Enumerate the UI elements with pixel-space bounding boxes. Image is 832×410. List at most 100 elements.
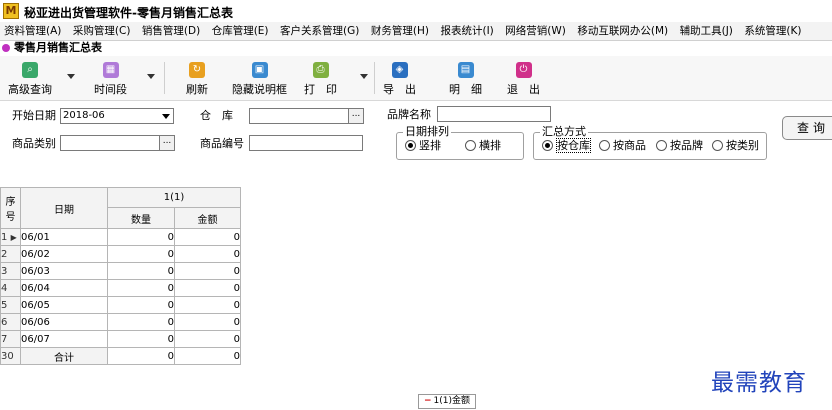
advanced-query-dropdown-icon[interactable]	[67, 74, 75, 79]
col-amount-header: 金额	[174, 207, 241, 229]
row-amount: 0	[174, 245, 241, 263]
menu-item-system[interactable]: 系统管理(K)	[740, 22, 805, 40]
menu-item-warehouse[interactable]: 仓库管理(E)	[208, 22, 273, 40]
export-button[interactable]: ◈ 导 出	[383, 62, 416, 98]
brand-label: 品牌名称	[387, 108, 431, 121]
time-period-button[interactable]: ▦ 时间段	[94, 62, 127, 98]
sales-summary-grid: 序号 日期 1(1) 数量 金额 1 ▶ 06/01 0 0 2 06/02 0…	[0, 187, 241, 365]
detail-icon: ▤	[457, 62, 474, 78]
category-label: 商品类别	[12, 137, 56, 150]
row-date: 06/07	[20, 330, 108, 348]
start-date-label: 开始日期	[12, 109, 56, 122]
radio-by-brand-label: 按品牌	[670, 139, 703, 152]
warehouse-browse-button[interactable]: ...	[348, 108, 364, 124]
exit-button[interactable]: ⏻ 退 出	[507, 62, 540, 98]
col-date-header: 日期	[20, 187, 108, 229]
table-row[interactable]: 3 06/03 0 0	[0, 262, 241, 280]
row-date: 06/05	[20, 296, 108, 314]
print-label: 打 印	[304, 83, 337, 96]
table-row[interactable]: 7 06/07 0 0	[0, 330, 241, 348]
total-row[interactable]: 30 合计 0 0	[0, 347, 241, 365]
row-qty: 0	[107, 279, 175, 297]
menu-item-mobile-office[interactable]: 移动互联网办公(M)	[573, 22, 672, 40]
radio-by-warehouse-dot	[542, 140, 553, 151]
radio-by-product-dot	[599, 140, 610, 151]
row-date: 06/04	[20, 279, 108, 297]
table-row[interactable]: 2 06/02 0 0	[0, 245, 241, 263]
total-amount: 0	[174, 347, 241, 365]
radio-horizontal-dot	[465, 140, 476, 151]
radio-by-warehouse-label: 按仓库	[556, 138, 591, 153]
menu-item-finance[interactable]: 财务管理(H)	[367, 22, 433, 40]
advanced-query-button[interactable]: ⌕ 高级查询	[8, 62, 52, 98]
bottom-series-tab[interactable]: −1(1)金额	[418, 394, 476, 409]
row-amount: 0	[174, 296, 241, 314]
row-seq: 6	[0, 313, 21, 331]
menu-bar: 资料管理(A) 采购管理(C) 销售管理(D) 仓库管理(E) 客户关系管理(G…	[0, 22, 832, 41]
menu-item-purchase[interactable]: 采购管理(C)	[69, 22, 135, 40]
radio-vertical[interactable]: 竖排	[405, 139, 441, 153]
col-seq-header: 序号	[0, 187, 21, 229]
date-sort-group: 日期排列 竖排 横排	[396, 125, 524, 160]
app-logo-icon: M	[3, 3, 19, 19]
group-header: 1(1)	[107, 187, 241, 208]
detail-label: 明 细	[449, 83, 482, 96]
radio-vertical-dot	[405, 140, 416, 151]
date-sort-title: 日期排列	[403, 125, 451, 139]
radio-by-category[interactable]: 按类别	[712, 139, 759, 153]
row-pointer-icon: ▶	[10, 232, 17, 242]
radio-by-warehouse[interactable]: 按仓库	[542, 138, 591, 153]
menu-item-tools[interactable]: 辅助工具(J)	[676, 22, 737, 40]
row-amount: 0	[174, 228, 241, 246]
print-button[interactable]: ⎙ 打 印	[304, 62, 337, 98]
toolbar-separator	[164, 62, 165, 94]
filter-form: 开始日期 2018-06 仓 库 ... 品牌名称 商品类别 ... 商品编号 …	[0, 101, 832, 186]
brand-input[interactable]	[437, 106, 551, 122]
radio-by-product[interactable]: 按商品	[599, 139, 646, 153]
row-amount: 0	[174, 262, 241, 280]
start-date-select[interactable]: 2018-06	[60, 108, 174, 124]
radio-horizontal-label: 横排	[479, 139, 501, 152]
floppy-icon: ▣	[251, 62, 268, 78]
table-row[interactable]: 4 06/04 0 0	[0, 279, 241, 297]
time-period-dropdown-icon[interactable]	[147, 74, 155, 79]
print-dropdown-icon[interactable]	[360, 74, 368, 79]
menu-item-data[interactable]: 资料管理(A)	[0, 22, 65, 40]
title-bar: M 秘亚进出货管理软件-零售月销售汇总表	[0, 0, 832, 22]
query-button[interactable]: 查询	[782, 116, 832, 140]
total-qty: 0	[107, 347, 175, 365]
menu-item-sales[interactable]: 销售管理(D)	[138, 22, 204, 40]
hide-notes-button[interactable]: ▣ 隐藏说明框	[232, 62, 287, 98]
bottom-series-tab-label: 1(1)金额	[433, 396, 471, 406]
row-date: 06/06	[20, 313, 108, 331]
row-qty: 0	[107, 245, 175, 263]
table-row[interactable]: 6 06/06 0 0	[0, 313, 241, 331]
radio-vertical-label: 竖排	[419, 139, 441, 152]
watermark-text: 最需教育	[711, 370, 807, 396]
row-seq: 7	[0, 330, 21, 348]
refresh-icon: ↻	[189, 62, 205, 78]
chevron-down-icon	[162, 114, 170, 119]
start-date-value: 2018-06	[63, 110, 105, 121]
row-date: 06/02	[20, 245, 108, 263]
category-browse-button[interactable]: ...	[159, 135, 175, 151]
menu-item-crm[interactable]: 客户关系管理(G)	[276, 22, 363, 40]
radio-horizontal[interactable]: 横排	[465, 139, 501, 153]
product-code-input[interactable]	[249, 135, 363, 151]
table-row[interactable]: 1 ▶ 06/01 0 0	[0, 228, 241, 246]
row-amount: 0	[174, 279, 241, 297]
radio-by-brand[interactable]: 按品牌	[656, 139, 703, 153]
radio-by-category-label: 按类别	[726, 139, 759, 152]
exit-label: 退 出	[507, 83, 540, 96]
app-title: 秘亚进出货管理软件-零售月销售汇总表	[24, 6, 233, 20]
category-input[interactable]	[60, 135, 160, 151]
warehouse-input[interactable]	[249, 108, 349, 124]
summary-mode-title: 汇总方式	[540, 125, 588, 139]
table-row[interactable]: 5 06/05 0 0	[0, 296, 241, 314]
detail-button[interactable]: ▤ 明 细	[449, 62, 482, 98]
menu-item-online-marketing[interactable]: 网络营销(W)	[501, 22, 570, 40]
refresh-button[interactable]: ↻ 刷新	[186, 62, 208, 98]
menu-item-reports[interactable]: 报表统计(I)	[436, 22, 497, 40]
row-qty: 0	[107, 228, 175, 246]
export-icon: ◈	[391, 62, 408, 78]
